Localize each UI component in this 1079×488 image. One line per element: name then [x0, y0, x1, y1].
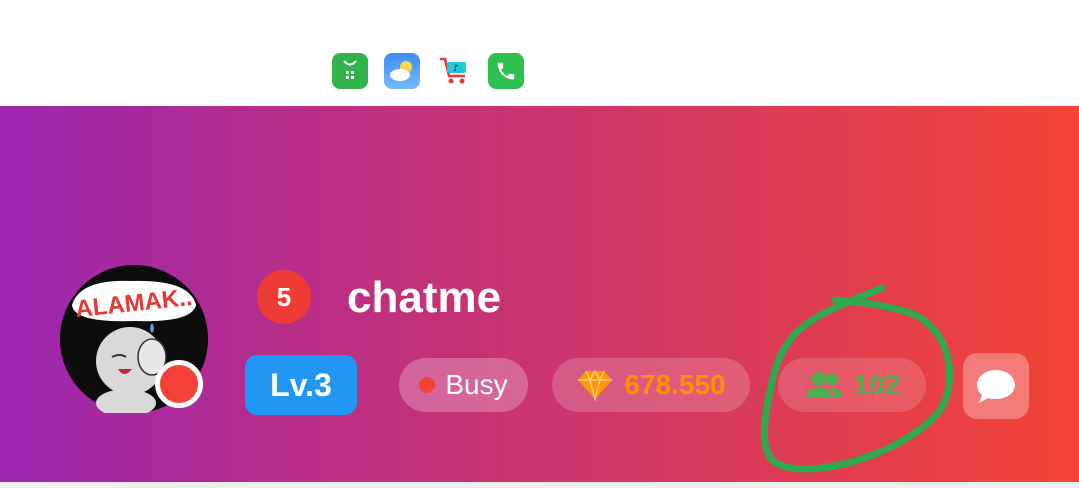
- chat-button[interactable]: [963, 353, 1029, 419]
- busy-dot-icon: [419, 377, 436, 393]
- username: chatme: [347, 273, 502, 322]
- friends-chip[interactable]: 102: [778, 358, 926, 412]
- gift-app-icon[interactable]: [332, 53, 368, 89]
- phone-app-icon[interactable]: [488, 53, 524, 89]
- level-badge[interactable]: Lv.3: [245, 355, 357, 415]
- diamond-balance-chip[interactable]: 678.550: [552, 358, 750, 412]
- online-status-dot: [155, 360, 203, 408]
- status-chip[interactable]: Busy: [399, 358, 528, 412]
- tiktok-shop-icon[interactable]: ♪: [436, 53, 472, 89]
- chat-bubble-icon: [977, 370, 1015, 403]
- diamond-count: 678.550: [624, 369, 726, 400]
- bottom-divider: [0, 482, 1079, 488]
- friends-icon: [804, 370, 844, 400]
- status-bar: ♪: [0, 0, 1079, 106]
- diamond-icon: [576, 369, 614, 401]
- friends-count: 102: [853, 369, 901, 400]
- status-label: Busy: [445, 369, 508, 400]
- weather-app-icon[interactable]: [384, 53, 420, 89]
- svg-text:♪: ♪: [453, 64, 459, 74]
- rank-badge: 5: [257, 270, 311, 324]
